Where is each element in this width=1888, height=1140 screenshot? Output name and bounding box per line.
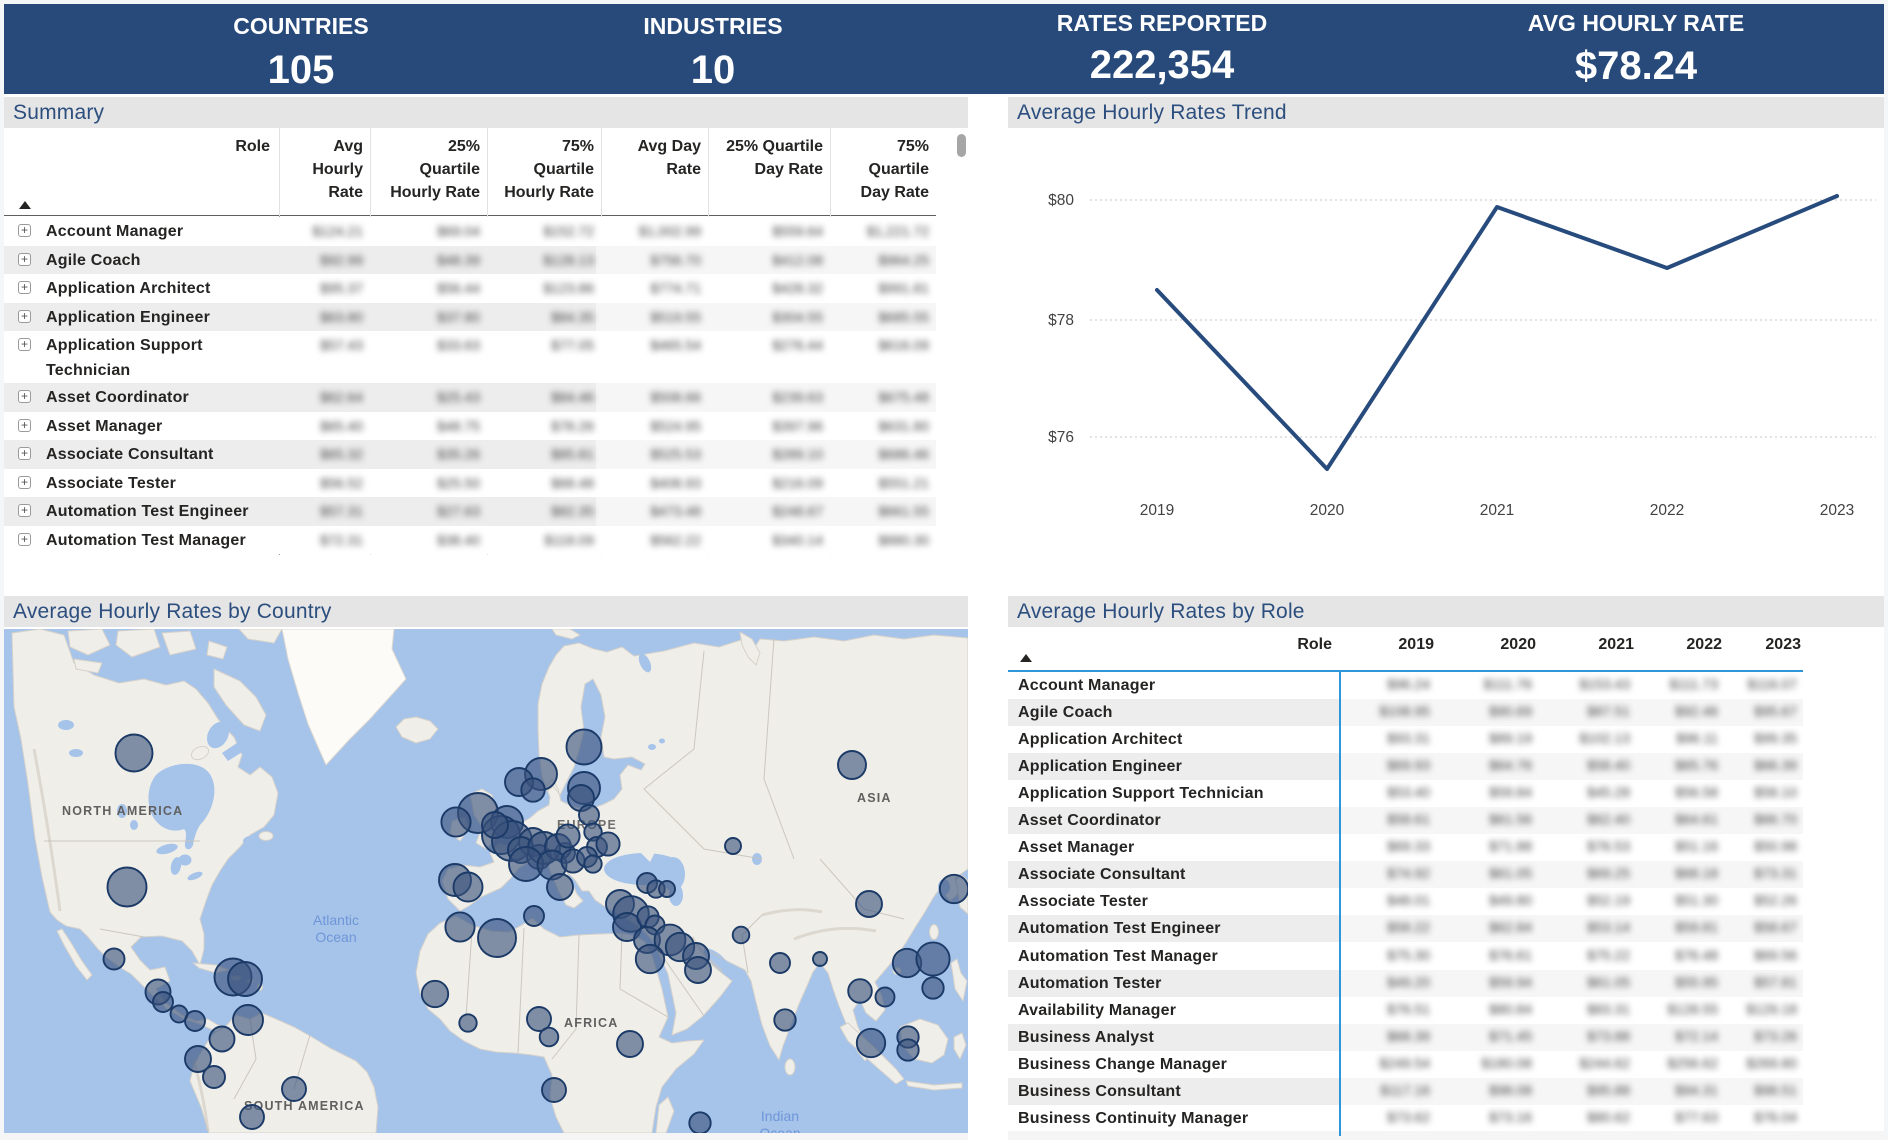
svg-text:ASIA: ASIA (857, 791, 892, 805)
svg-text:Indian: Indian (761, 1108, 799, 1124)
svg-text:Atlantic: Atlantic (313, 912, 359, 928)
svg-text:Ocean: Ocean (759, 1125, 800, 1133)
svg-text:$78: $78 (1048, 312, 1074, 329)
svg-text:$80: $80 (1048, 192, 1074, 209)
svg-text:$76: $76 (1048, 429, 1074, 446)
svg-text:2019: 2019 (1140, 502, 1174, 519)
svg-text:AFRICA: AFRICA (564, 1016, 618, 1030)
svg-text:2023: 2023 (1820, 502, 1854, 519)
svg-text:Ocean: Ocean (315, 929, 356, 945)
svg-text:2020: 2020 (1310, 502, 1345, 519)
svg-text:NORTH AMERICA: NORTH AMERICA (62, 804, 183, 818)
svg-text:2022: 2022 (1650, 502, 1684, 519)
svg-text:2021: 2021 (1480, 502, 1514, 519)
